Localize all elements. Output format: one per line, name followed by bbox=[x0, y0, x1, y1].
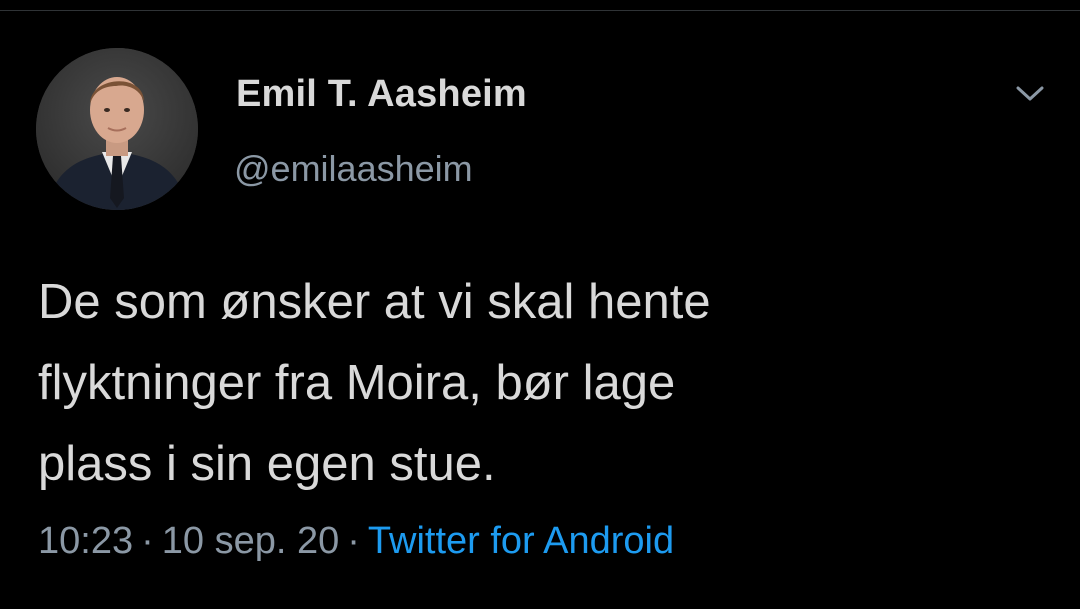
tweet-menu-button[interactable] bbox=[1008, 76, 1052, 112]
tweet-card: Emil T. Aasheim @emilaasheim De som ønsk… bbox=[0, 0, 1080, 609]
avatar-photo bbox=[36, 48, 198, 210]
tweet-text: De som ønsker at vi skal hente flyktning… bbox=[38, 275, 711, 491]
avatar[interactable] bbox=[36, 48, 198, 210]
author-handle[interactable]: @emilaasheim bbox=[234, 148, 473, 190]
chevron-down-icon bbox=[1016, 86, 1044, 101]
tweet-time[interactable]: 10:23 bbox=[38, 520, 133, 562]
tweet-meta: 10:23 · 10 sep. 20 · Twitter for Android bbox=[38, 520, 674, 563]
meta-separator: · bbox=[141, 520, 154, 562]
meta-separator: · bbox=[347, 520, 360, 562]
tweet-source-link[interactable]: Twitter for Android bbox=[368, 520, 674, 562]
top-divider bbox=[0, 10, 1080, 11]
author-display-name[interactable]: Emil T. Aasheim bbox=[236, 73, 527, 116]
tweet-date[interactable]: 10 sep. 20 bbox=[162, 520, 339, 562]
